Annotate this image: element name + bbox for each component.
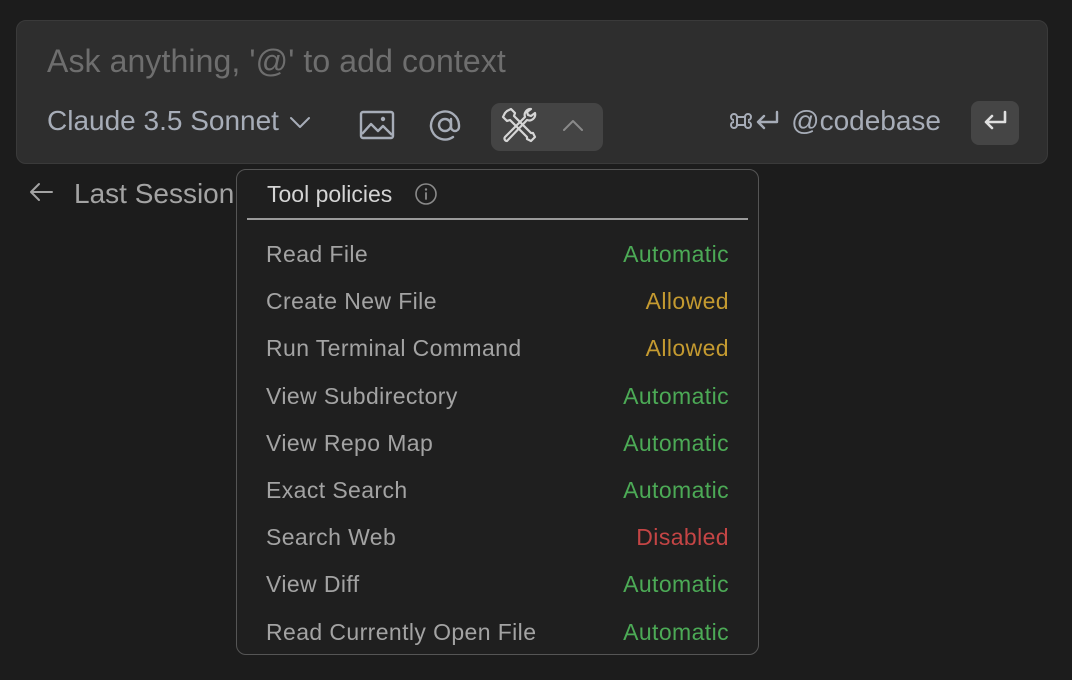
policy-row[interactable]: Run Terminal Command Allowed (237, 325, 758, 372)
policy-name: Create New File (266, 288, 437, 315)
policy-value[interactable]: Automatic (623, 571, 729, 598)
last-session-link[interactable]: Last Session (28, 178, 234, 210)
policy-name: Exact Search (266, 477, 408, 504)
model-selector[interactable]: Claude 3.5 Sonnet (47, 105, 311, 137)
popover-header: Tool policies (247, 170, 748, 220)
chat-input[interactable] (47, 43, 947, 80)
shortcut-keys (729, 109, 781, 133)
policy-name: Search Web (266, 524, 397, 551)
submit-button[interactable] (971, 101, 1019, 145)
model-name: Claude 3.5 Sonnet (47, 105, 279, 136)
policy-row[interactable]: Read File Automatic (237, 231, 758, 278)
policy-value[interactable]: Allowed (646, 288, 729, 315)
command-key-icon (730, 113, 753, 129)
shortcut-label: @codebase (791, 105, 941, 136)
policy-row[interactable]: Create New File Allowed (237, 278, 758, 325)
tools-chevron-button[interactable] (553, 107, 593, 147)
policy-row[interactable]: View Subdirectory Automatic (237, 373, 758, 420)
policy-name: View Diff (266, 571, 360, 598)
last-session-label: Last Session (74, 178, 235, 209)
policy-value[interactable]: Allowed (646, 335, 729, 362)
policy-row[interactable]: Exact Search Automatic (237, 467, 758, 514)
policy-list: Read File Automatic Create New File Allowed… (237, 231, 758, 656)
tools-button[interactable] (499, 107, 539, 147)
policy-name: View Repo Map (266, 429, 434, 456)
policy-row[interactable]: Search Web Disabled (237, 514, 758, 561)
policy-value[interactable]: Automatic (623, 619, 729, 646)
policy-value[interactable]: Automatic (623, 241, 729, 268)
policy-value[interactable]: Automatic (623, 383, 729, 410)
policy-value[interactable]: Automatic (623, 430, 729, 457)
policy-name: View Subdirectory (266, 382, 458, 409)
codebase-shortcut[interactable]: @codebase (729, 105, 941, 137)
popover-title: Tool policies (267, 180, 393, 207)
policy-row[interactable]: View Repo Map Automatic (237, 420, 758, 467)
tools-toggle-group (491, 103, 603, 151)
tool-policies-popover: Tool policies Read File Automatic Create N… (236, 169, 759, 655)
image-icon (359, 109, 395, 146)
chevron-up-icon (562, 118, 584, 137)
policy-name: Run Terminal Command (266, 335, 522, 362)
policy-name: Read Currently Open File (266, 618, 537, 645)
enter-key-icon (756, 110, 779, 130)
input-toolbar: Claude 3.5 Sonnet @codebase (47, 101, 1019, 151)
image-button[interactable] (357, 107, 397, 147)
chevron-down-icon (279, 105, 311, 137)
mention-button[interactable] (425, 107, 465, 147)
chat-input-box: Claude 3.5 Sonnet (16, 20, 1048, 164)
at-icon (428, 108, 462, 147)
wrench-screwdriver-icon (501, 107, 537, 148)
policy-value[interactable]: Disabled (636, 524, 729, 551)
policy-name: Read File (266, 241, 369, 268)
arrow-left-icon (28, 178, 54, 210)
policy-row[interactable]: View Diff Automatic (237, 561, 758, 608)
info-icon[interactable] (414, 182, 438, 206)
policy-row[interactable]: Read Currently Open File Automatic (237, 609, 758, 656)
enter-icon (981, 109, 1009, 138)
policy-value[interactable]: Automatic (623, 477, 729, 504)
